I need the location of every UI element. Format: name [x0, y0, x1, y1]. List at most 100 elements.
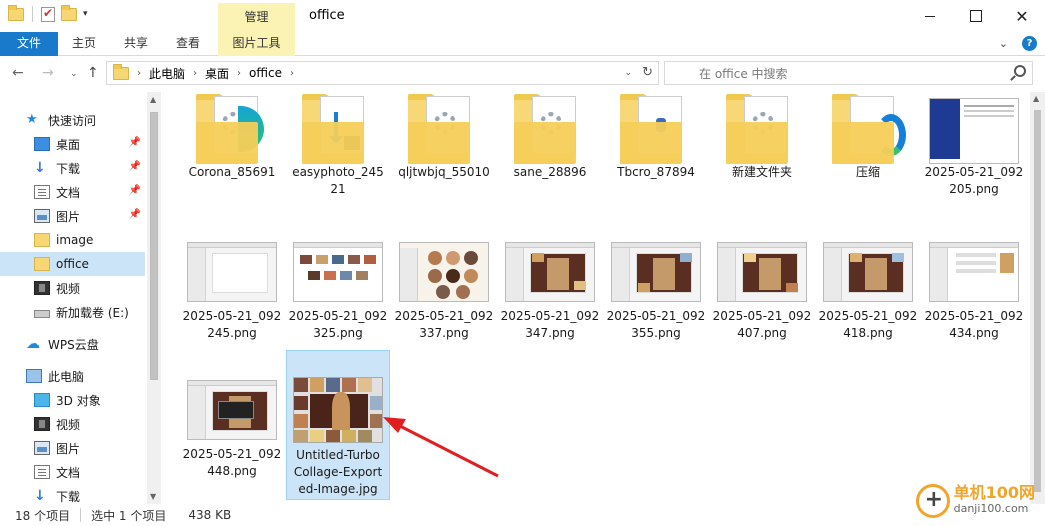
file-item-092205[interactable]: 2025-05-21_092 205.png: [922, 92, 1026, 198]
customize-toolbar-icon[interactable]: ▾: [83, 9, 88, 19]
sidebar-item-pc-pictures[interactable]: 图片: [0, 436, 145, 460]
file-item-corona[interactable]: Corona_85691: [180, 92, 284, 181]
tab-share[interactable]: 共享: [114, 32, 158, 56]
file-name: 2025-05-21_092 407.png: [712, 309, 812, 340]
breadcrumb-separator-icon[interactable]: ›: [137, 68, 141, 79]
scroll-up-icon[interactable]: ▲: [150, 95, 156, 104]
file-item-092245[interactable]: 2025-05-21_092 245.png: [180, 242, 284, 342]
sidebar-item-quick-access[interactable]: ★ 快速访问: [0, 108, 145, 132]
file-item-092325[interactable]: 2025-05-21_092 325.png: [286, 242, 390, 342]
file-item-092418[interactable]: 2025-05-21_092 418.png: [816, 242, 920, 342]
scrollbar-thumb[interactable]: [1034, 110, 1041, 492]
selection-size: 438 KB: [188, 508, 232, 522]
close-button[interactable]: ✕: [999, 0, 1045, 32]
breadcrumb-separator-icon[interactable]: ›: [237, 68, 241, 79]
search-input[interactable]: 在 office 中搜索: [664, 61, 1033, 85]
back-arrow-icon[interactable]: ←: [12, 65, 24, 81]
download-icon: ↓: [34, 160, 46, 176]
file-name: 新建文件夹: [731, 165, 792, 179]
navigation-pane: ★ 快速访问 桌面 📌 ↓ 下载 📌 文档 📌 图片 📌 image offic…: [0, 92, 162, 504]
scroll-up-icon[interactable]: ▲: [1033, 94, 1039, 103]
file-item-092434[interactable]: 2025-05-21_092 434.png: [922, 242, 1026, 342]
file-item-092347[interactable]: 2025-05-21_092 347.png: [498, 242, 602, 342]
nav-pane-scrollbar[interactable]: ▲ ▼: [147, 92, 161, 504]
sidebar-item-pictures[interactable]: 图片 📌: [0, 204, 145, 228]
properties-icon[interactable]: [41, 6, 55, 22]
tab-view[interactable]: 查看: [166, 32, 210, 56]
image-thumbnail: [505, 242, 595, 302]
sidebar-item-label: 文档: [56, 185, 81, 200]
recent-locations-icon[interactable]: ⌄: [70, 69, 78, 79]
folder-icon: [192, 92, 272, 164]
sidebar-item-desktop[interactable]: 桌面 📌: [0, 132, 145, 156]
maximize-button[interactable]: [953, 0, 999, 32]
sidebar-item-image[interactable]: image: [0, 228, 145, 252]
address-bar[interactable]: › 此电脑 › 桌面 › office › ⌄ ↻: [106, 61, 659, 85]
sidebar-item-this-pc[interactable]: 此电脑: [0, 364, 145, 388]
file-item-new-folder[interactable]: 新建文件夹: [710, 92, 814, 181]
watermark-logo-icon: [915, 484, 950, 518]
pc-icon: [26, 369, 42, 383]
manage-context-tab[interactable]: 管理: [218, 3, 295, 32]
minimize-button[interactable]: [907, 0, 953, 32]
tab-file[interactable]: 文件: [0, 32, 58, 56]
image-thumbnail: [929, 98, 1019, 164]
ribbon-right-controls: ⌄ ?: [999, 36, 1037, 51]
breadcrumb-this-pc[interactable]: 此电脑: [149, 65, 185, 82]
file-item-easyphoto[interactable]: easyphoto_245 21: [286, 92, 390, 198]
pin-icon[interactable]: 📌: [129, 161, 141, 172]
file-item-sane[interactable]: sane_28896: [498, 92, 602, 181]
file-item-compress[interactable]: 压缩: [816, 92, 920, 181]
folder-icon: [298, 92, 378, 164]
sidebar-item-label: image: [56, 233, 94, 247]
file-name: sane_28896: [513, 165, 587, 179]
image-thumbnail: [293, 377, 383, 443]
breadcrumb-separator-icon[interactable]: ›: [290, 68, 294, 79]
sidebar-item-pc-videos[interactable]: 视频: [0, 412, 145, 436]
up-arrow-icon[interactable]: ↑: [87, 65, 99, 81]
sidebar-item-pc-documents[interactable]: 文档: [0, 460, 145, 484]
file-item-092448[interactable]: 2025-05-21_092 448.png: [180, 380, 284, 480]
breadcrumb-desktop[interactable]: 桌面: [205, 65, 229, 82]
file-item-092407[interactable]: 2025-05-21_092 407.png: [710, 242, 814, 342]
sidebar-item-wps-cloud[interactable]: ☁ WPS云盘: [0, 332, 145, 356]
file-item-092355[interactable]: 2025-05-21_092 355.png: [604, 242, 708, 342]
image-thumbnail: [717, 242, 807, 302]
watermark-url: danji100.com: [953, 502, 1029, 515]
address-history-icon[interactable]: ⌄: [624, 68, 632, 78]
search-placeholder: 在 office 中搜索: [699, 66, 788, 81]
selection-count: 选中 1 个项目: [91, 508, 167, 523]
expand-ribbon-icon[interactable]: ⌄: [999, 37, 1008, 50]
watermark: 单机100网 danji100.com: [915, 484, 1035, 518]
file-name: Corona_85691: [188, 165, 276, 179]
sidebar-item-label: 桌面: [56, 137, 81, 152]
file-item-092337[interactable]: 2025-05-21_092 337.png: [392, 242, 496, 342]
window-controls: ✕: [907, 0, 1045, 32]
scrollbar-thumb[interactable]: [150, 112, 158, 380]
file-item-tbcro[interactable]: Tbcro_87894: [604, 92, 708, 181]
forward-arrow-icon[interactable]: →: [42, 65, 54, 81]
new-folder-icon[interactable]: [61, 4, 77, 21]
tab-picture-tools[interactable]: 图片工具: [218, 32, 295, 56]
sidebar-item-documents[interactable]: 文档 📌: [0, 180, 145, 204]
tab-home[interactable]: 主页: [62, 32, 106, 56]
item-count: 18 个项目: [15, 508, 71, 523]
breadcrumb-office[interactable]: office: [249, 66, 282, 80]
scroll-down-icon[interactable]: ▼: [150, 492, 156, 501]
sidebar-item-drive-e[interactable]: 新加载卷 (E:): [0, 300, 145, 324]
help-icon[interactable]: ?: [1022, 36, 1037, 51]
refresh-icon[interactable]: ↻: [642, 65, 653, 80]
sidebar-item-videos[interactable]: 视频: [0, 276, 145, 300]
content-scrollbar[interactable]: ▲: [1030, 92, 1045, 504]
file-item-untitled-turbo-collage[interactable]: Untitled-Turbo Collage-Export ed-Image.jpg: [286, 350, 390, 500]
pin-icon[interactable]: 📌: [129, 137, 141, 148]
search-icon[interactable]: [1014, 65, 1026, 77]
file-item-qljtwbjq[interactable]: qljtwbjq_55010: [392, 92, 496, 181]
image-thumbnail: [929, 242, 1019, 302]
sidebar-item-office[interactable]: office: [0, 252, 145, 276]
pin-icon[interactable]: 📌: [129, 209, 141, 220]
sidebar-item-downloads[interactable]: ↓ 下载 📌: [0, 156, 145, 180]
breadcrumb-separator-icon[interactable]: ›: [193, 68, 197, 79]
pin-icon[interactable]: 📌: [129, 185, 141, 196]
sidebar-item-3d-objects[interactable]: 3D 对象: [0, 388, 145, 412]
